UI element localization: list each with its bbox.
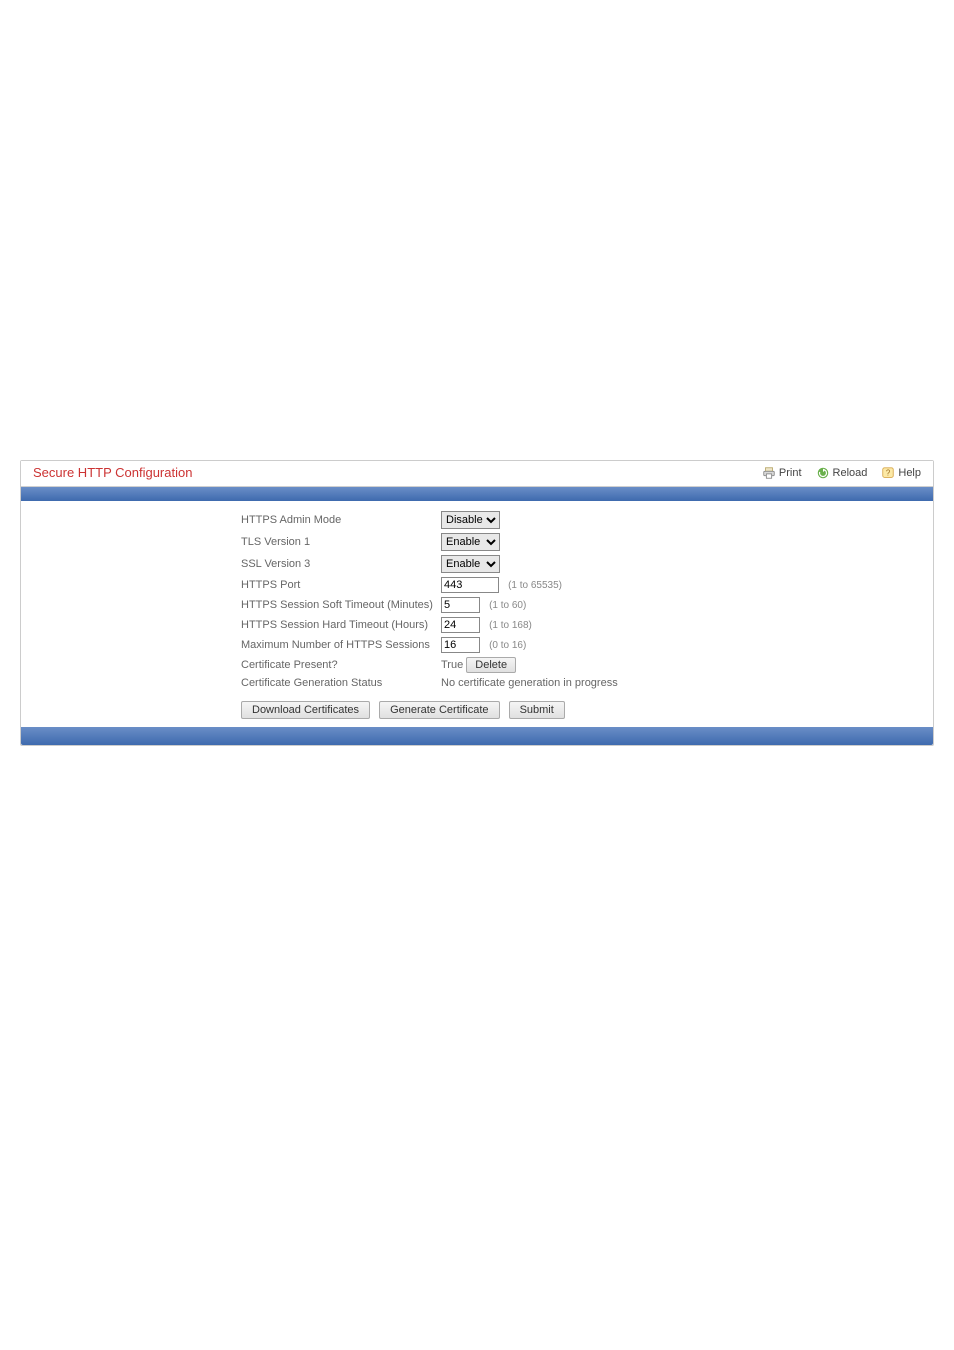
row-ssl3: SSL Version 3 Enable Disable bbox=[241, 553, 626, 575]
label-tls1: TLS Version 1 bbox=[241, 531, 441, 553]
help-icon: ? bbox=[881, 466, 895, 480]
hint-max-sessions: (0 to 16) bbox=[489, 640, 526, 651]
download-certificates-button[interactable]: Download Certificates bbox=[241, 701, 370, 719]
input-hard-timeout[interactable] bbox=[441, 617, 480, 633]
button-row: Download Certificates Generate Certifica… bbox=[241, 701, 933, 719]
label-cert-gen-status: Certificate Generation Status bbox=[241, 675, 441, 691]
row-admin-mode: HTTPS Admin Mode Disable Enable bbox=[241, 509, 626, 531]
row-soft-timeout: HTTPS Session Soft Timeout (Minutes) (1 … bbox=[241, 595, 626, 615]
label-admin-mode: HTTPS Admin Mode bbox=[241, 509, 441, 531]
label-hard-timeout: HTTPS Session Hard Timeout (Hours) bbox=[241, 615, 441, 635]
reload-icon bbox=[816, 466, 830, 480]
reload-label: Reload bbox=[833, 467, 868, 479]
value-cert-gen-status: No certificate generation in progress bbox=[441, 675, 626, 691]
submit-button[interactable]: Submit bbox=[509, 701, 565, 719]
label-max-sessions: Maximum Number of HTTPS Sessions bbox=[241, 635, 441, 655]
row-port: HTTPS Port (1 to 65535) bbox=[241, 575, 626, 595]
page-title: Secure HTTP Configuration bbox=[33, 465, 748, 480]
svg-text:?: ? bbox=[886, 468, 891, 477]
footer-bar bbox=[21, 727, 933, 745]
hint-hard-timeout: (1 to 168) bbox=[489, 620, 532, 631]
input-max-sessions[interactable] bbox=[441, 637, 480, 653]
form-content: HTTPS Admin Mode Disable Enable TLS Vers… bbox=[21, 501, 933, 719]
hint-port: (1 to 65535) bbox=[508, 580, 562, 591]
print-button[interactable]: Print bbox=[762, 466, 802, 480]
delete-cert-button[interactable]: Delete bbox=[466, 657, 516, 673]
print-label: Print bbox=[779, 467, 802, 479]
select-tls1[interactable]: Enable Disable bbox=[441, 533, 500, 551]
print-icon bbox=[762, 466, 776, 480]
label-soft-timeout: HTTPS Session Soft Timeout (Minutes) bbox=[241, 595, 441, 615]
input-port[interactable] bbox=[441, 577, 499, 593]
help-label: Help bbox=[898, 467, 921, 479]
label-cert-present: Certificate Present? bbox=[241, 655, 441, 675]
panel-header: Secure HTTP Configuration Print bbox=[21, 461, 933, 487]
select-admin-mode[interactable]: Disable Enable bbox=[441, 511, 500, 529]
header-bar bbox=[21, 487, 933, 501]
config-panel: Secure HTTP Configuration Print bbox=[20, 460, 934, 746]
input-soft-timeout[interactable] bbox=[441, 597, 480, 613]
row-hard-timeout: HTTPS Session Hard Timeout (Hours) (1 to… bbox=[241, 615, 626, 635]
help-button[interactable]: ? Help bbox=[881, 466, 921, 480]
generate-certificate-button[interactable]: Generate Certificate bbox=[379, 701, 499, 719]
label-ssl3: SSL Version 3 bbox=[241, 553, 441, 575]
settings-table: HTTPS Admin Mode Disable Enable TLS Vers… bbox=[241, 509, 626, 691]
row-cert-gen-status: Certificate Generation Status No certifi… bbox=[241, 675, 626, 691]
label-port: HTTPS Port bbox=[241, 575, 441, 595]
reload-button[interactable]: Reload bbox=[816, 466, 868, 480]
row-cert-present: Certificate Present? True Delete bbox=[241, 655, 626, 675]
value-cert-present: True bbox=[441, 659, 463, 671]
select-ssl3[interactable]: Enable Disable bbox=[441, 555, 500, 573]
row-tls1: TLS Version 1 Enable Disable bbox=[241, 531, 626, 553]
hint-soft-timeout: (1 to 60) bbox=[489, 600, 526, 611]
row-max-sessions: Maximum Number of HTTPS Sessions (0 to 1… bbox=[241, 635, 626, 655]
